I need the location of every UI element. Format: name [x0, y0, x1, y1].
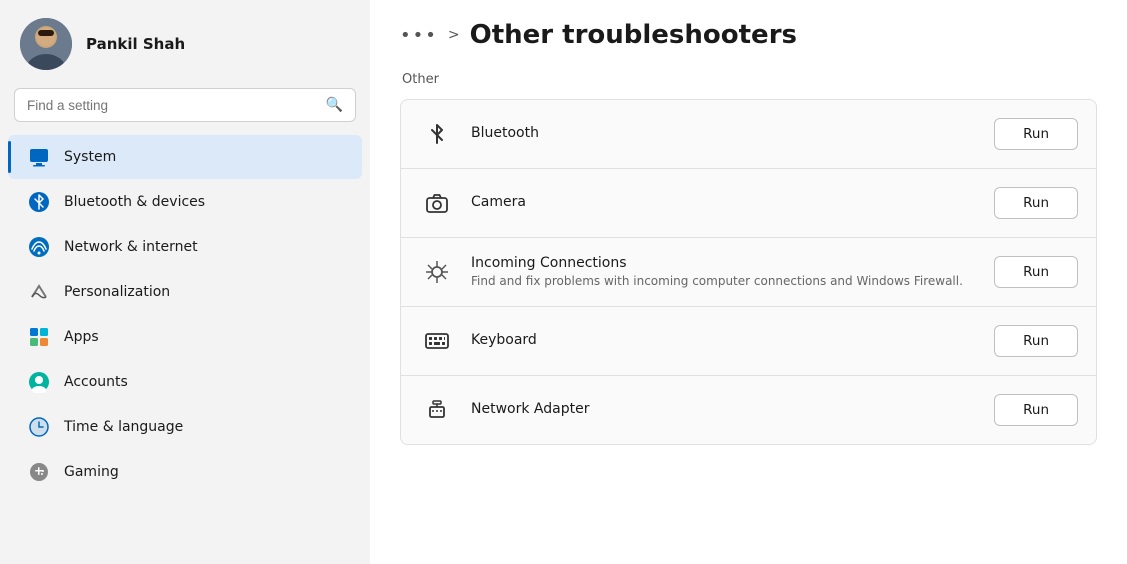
search-box[interactable]: 🔍: [14, 88, 356, 122]
page-header: ••• > Other troubleshooters: [400, 20, 1097, 50]
nav-list: System Bluetooth & devices Network & i: [0, 132, 370, 564]
sidebar-item-label: Accounts: [64, 374, 128, 390]
sidebar: Pankil Shah 🔍 System Bluetooth: [0, 0, 370, 564]
main-content: ••• > Other troubleshooters Other Blueto…: [370, 0, 1127, 564]
search-icon: 🔍: [326, 97, 343, 113]
item-name: Network Adapter: [471, 401, 978, 417]
personalization-icon: [28, 281, 50, 303]
camera-run-button[interactable]: Run: [994, 187, 1078, 219]
keyboard-run-button[interactable]: Run: [994, 325, 1078, 357]
time-icon: [28, 416, 50, 438]
sidebar-item-apps[interactable]: Apps: [8, 315, 362, 359]
sidebar-item-label: Gaming: [64, 464, 119, 480]
network-nav-icon: [28, 236, 50, 258]
item-text: Keyboard: [471, 332, 978, 350]
table-row: Bluetooth Run: [400, 99, 1097, 168]
sidebar-item-label: Apps: [64, 329, 99, 345]
table-row: Keyboard Run: [400, 306, 1097, 375]
network-adapter-icon: [419, 392, 455, 428]
apps-icon: [28, 326, 50, 348]
bluetooth-run-button[interactable]: Run: [994, 118, 1078, 150]
sidebar-item-accounts[interactable]: Accounts: [8, 360, 362, 404]
troubleshooter-list: Bluetooth Run Camera Run: [400, 99, 1097, 445]
sidebar-item-system[interactable]: System: [8, 135, 362, 179]
item-text: Network Adapter: [471, 401, 978, 419]
accounts-icon: [28, 371, 50, 393]
avatar: [20, 18, 72, 70]
sidebar-item-label: Time & language: [64, 419, 183, 435]
section-label: Other: [400, 72, 1097, 87]
sidebar-item-network[interactable]: Network & internet: [8, 225, 362, 269]
table-row: Camera Run: [400, 168, 1097, 237]
sidebar-item-label: Bluetooth & devices: [64, 194, 205, 210]
sidebar-item-label: Personalization: [64, 284, 170, 300]
bluetooth-nav-icon: [28, 191, 50, 213]
search-input[interactable]: [27, 98, 318, 113]
sidebar-item-gaming[interactable]: Gaming: [8, 450, 362, 494]
sidebar-item-time[interactable]: Time & language: [8, 405, 362, 449]
item-name: Bluetooth: [471, 125, 978, 141]
profile-name: Pankil Shah: [86, 35, 185, 53]
item-desc: Find and fix problems with incoming comp…: [471, 273, 978, 290]
profile-section[interactable]: Pankil Shah: [0, 0, 370, 84]
item-text: Bluetooth: [471, 125, 978, 143]
page-title: Other troubleshooters: [470, 20, 797, 50]
camera-icon: [419, 185, 455, 221]
sidebar-item-label: Network & internet: [64, 239, 198, 255]
sidebar-item-bluetooth[interactable]: Bluetooth & devices: [8, 180, 362, 224]
item-name: Incoming Connections: [471, 255, 978, 271]
bluetooth-icon: [419, 116, 455, 152]
incoming-connections-run-button[interactable]: Run: [994, 256, 1078, 288]
sidebar-item-personalization[interactable]: Personalization: [8, 270, 362, 314]
breadcrumb-arrow: >: [448, 27, 460, 43]
sidebar-item-label: System: [64, 149, 116, 165]
item-name: Camera: [471, 194, 978, 210]
table-row: Network Adapter Run: [400, 375, 1097, 445]
item-text: Incoming Connections Find and fix proble…: [471, 255, 978, 290]
table-row: Incoming Connections Find and fix proble…: [400, 237, 1097, 306]
item-name: Keyboard: [471, 332, 978, 348]
gaming-icon: [28, 461, 50, 483]
network-adapter-run-button[interactable]: Run: [994, 394, 1078, 426]
keyboard-icon: [419, 323, 455, 359]
breadcrumb-dots[interactable]: •••: [400, 25, 438, 46]
item-text: Camera: [471, 194, 978, 212]
incoming-connections-icon: [419, 254, 455, 290]
system-icon: [28, 146, 50, 168]
